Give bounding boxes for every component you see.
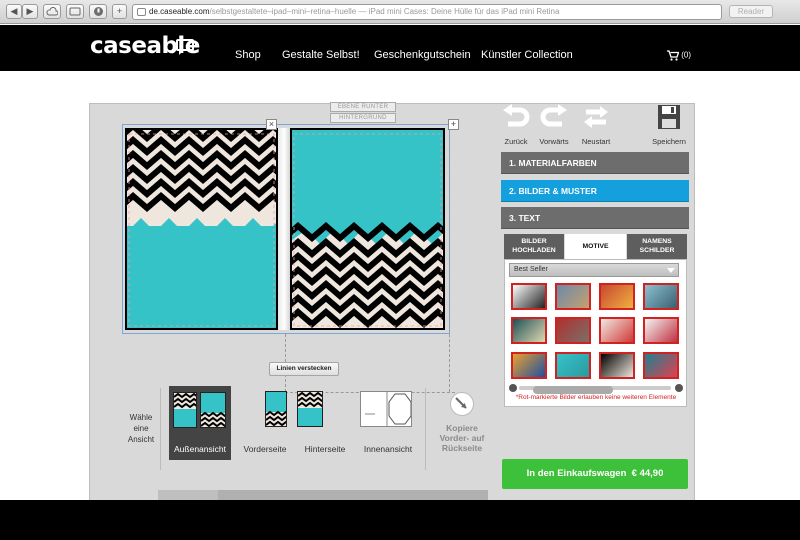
delete-handle-icon[interactable]: ×: [266, 119, 277, 130]
window-bottom-edge: [0, 500, 800, 540]
view-outside[interactable]: Außenansicht: [169, 386, 231, 460]
view-prompt: Wähle eine Ansicht: [127, 413, 155, 444]
phone-booth-image[interactable]: [555, 317, 591, 344]
add-to-cart-label: In den Einkaufswagen: [526, 468, 627, 479]
save-disk-icon: [658, 105, 680, 129]
copy-front-to-back-button[interactable]: Kopiere Vorder- auf Rückseite: [436, 423, 488, 453]
bottom-strip: [218, 490, 488, 500]
nav-kuenstler-collection[interactable]: Künstler Collection: [481, 49, 573, 61]
case-back-half[interactable]: [125, 128, 278, 330]
gallery-scrollbar[interactable]: [509, 384, 683, 394]
flower-image[interactable]: [511, 317, 547, 344]
redo-button[interactable]: Vorwärts: [532, 104, 576, 146]
url-path: /selbstgestaltete–ipad–mini–retina–huell…: [209, 7, 357, 16]
add-handle-icon[interactable]: +: [448, 119, 459, 130]
scroll-thumb[interactable]: [533, 386, 613, 394]
browser-toolbar: ◀ ▶ + de.caseable.com/selbstgestaltete–i…: [0, 0, 800, 24]
view-front-label: Vorderseite: [243, 444, 287, 454]
page-title: iPad mini Cases: Deine Hülle für das iPa…: [368, 7, 560, 16]
undo-icon: [503, 104, 530, 127]
inside-thumb: [360, 391, 412, 427]
url-separator: —: [356, 7, 369, 16]
layer-down-button[interactable]: EBENE RUNTER: [330, 102, 396, 112]
red-marked-note: *Rot-markierte Bilder erlauben keine wei…: [515, 394, 677, 401]
category-dropdown-value: Best Seller: [514, 266, 548, 273]
view-back-label: Hinterseite: [304, 444, 346, 454]
floral-skull-image[interactable]: [599, 317, 635, 344]
cart-icon: [667, 50, 680, 61]
tab-name-tags[interactable]: NAMENS SCHILDER: [627, 234, 687, 259]
cart-link[interactable]: (0): [667, 50, 691, 61]
chevron-image[interactable]: [599, 352, 635, 379]
view-inside-label: Innenansicht: [363, 444, 413, 454]
chevron-down-icon: [667, 268, 675, 273]
cloud-icon[interactable]: [43, 4, 61, 19]
save-label: Speichern: [652, 137, 686, 146]
scroll-left-icon[interactable]: [509, 384, 517, 392]
site-header: caseable Shop Gestalte Selbst! Geschenkg…: [0, 25, 800, 71]
flowers-white-image[interactable]: [643, 317, 679, 344]
browser-window: ◀ ▶ + de.caseable.com/selbstgestaltete–i…: [0, 0, 800, 540]
downloads-icon[interactable]: [89, 4, 107, 19]
nav-gestalte-selbst[interactable]: Gestalte Selbst!: [282, 49, 360, 61]
turquoise-image[interactable]: [555, 352, 591, 379]
view-outside-label: Außenansicht: [174, 444, 226, 454]
scroll-track: [519, 386, 671, 394]
step-text[interactable]: 3. TEXT: [501, 207, 689, 229]
nav-geschenkgutschein[interactable]: Geschenkgutschein: [374, 49, 471, 61]
hide-lines-button[interactable]: Linien verstecken: [269, 362, 339, 376]
view-inside[interactable]: Innenansicht: [357, 386, 419, 460]
cassette-image[interactable]: [511, 283, 547, 310]
url-domain: de.caseable.com: [149, 7, 210, 16]
add-to-cart-button[interactable]: In den Einkaufswagen € 44,90: [502, 459, 688, 489]
share-icon[interactable]: [66, 4, 84, 19]
redo-icon: [540, 104, 567, 127]
new-tab-button[interactable]: +: [112, 4, 127, 19]
image-tabs: BILDER HOCHLADEN MOTIVE NAMENS SCHILDER: [504, 234, 687, 259]
case-front-half[interactable]: [290, 128, 445, 330]
back-thumb: [297, 391, 323, 427]
view-back[interactable]: Hinterseite: [293, 386, 357, 460]
copy-front-to-back-icon[interactable]: [450, 392, 474, 416]
tree-image[interactable]: [643, 283, 679, 310]
view-divider: [160, 388, 161, 470]
price: € 44,90: [631, 468, 664, 479]
front-thumb: [265, 391, 287, 427]
cart-count: (0): [681, 50, 692, 60]
chevron-pattern-back: [127, 130, 276, 328]
tab-motifs[interactable]: MOTIVE: [565, 234, 626, 259]
case-spine: [278, 128, 290, 330]
graffiti-image[interactable]: [511, 352, 547, 379]
view-divider: [425, 388, 426, 470]
outside-thumb-right: [200, 392, 226, 428]
save-button[interactable]: Speichern: [647, 104, 691, 146]
chevron-pattern-front: [292, 130, 443, 328]
restart-label: Neustart: [581, 137, 611, 146]
url-bar[interactable]: de.caseable.com/selbstgestaltete–ipad–mi…: [132, 4, 722, 20]
restart-button[interactable]: Neustart: [574, 104, 618, 146]
step-material-colors[interactable]: 1. MATERIALFARBEN: [501, 152, 689, 174]
view-front[interactable]: Vorderseite: [238, 386, 292, 460]
restart-icon: [584, 106, 608, 128]
step-images-patterns[interactable]: 2. BILDER & MUSTER: [501, 180, 689, 202]
tab-upload-images[interactable]: BILDER HOCHLADEN: [504, 234, 564, 259]
outside-thumb-left: [173, 392, 197, 428]
forward-button[interactable]: ▶: [22, 4, 38, 19]
category-dropdown[interactable]: Best Seller: [509, 263, 679, 277]
page-icon: [137, 8, 146, 16]
aztec-image[interactable]: [643, 352, 679, 379]
speech-bubble-icon: [176, 39, 194, 55]
back-button[interactable]: ◀: [6, 4, 22, 19]
bicycle-image[interactable]: [555, 283, 591, 310]
reader-button[interactable]: Reader: [729, 5, 773, 18]
layer-background-button[interactable]: HINTERGRUND: [330, 113, 396, 123]
redo-label: Vorwärts: [539, 137, 569, 146]
scroll-right-icon[interactable]: [675, 384, 683, 392]
nav-shop[interactable]: Shop: [235, 49, 261, 61]
ferris-wheel-image[interactable]: [599, 283, 635, 310]
guide-line: [449, 130, 450, 392]
